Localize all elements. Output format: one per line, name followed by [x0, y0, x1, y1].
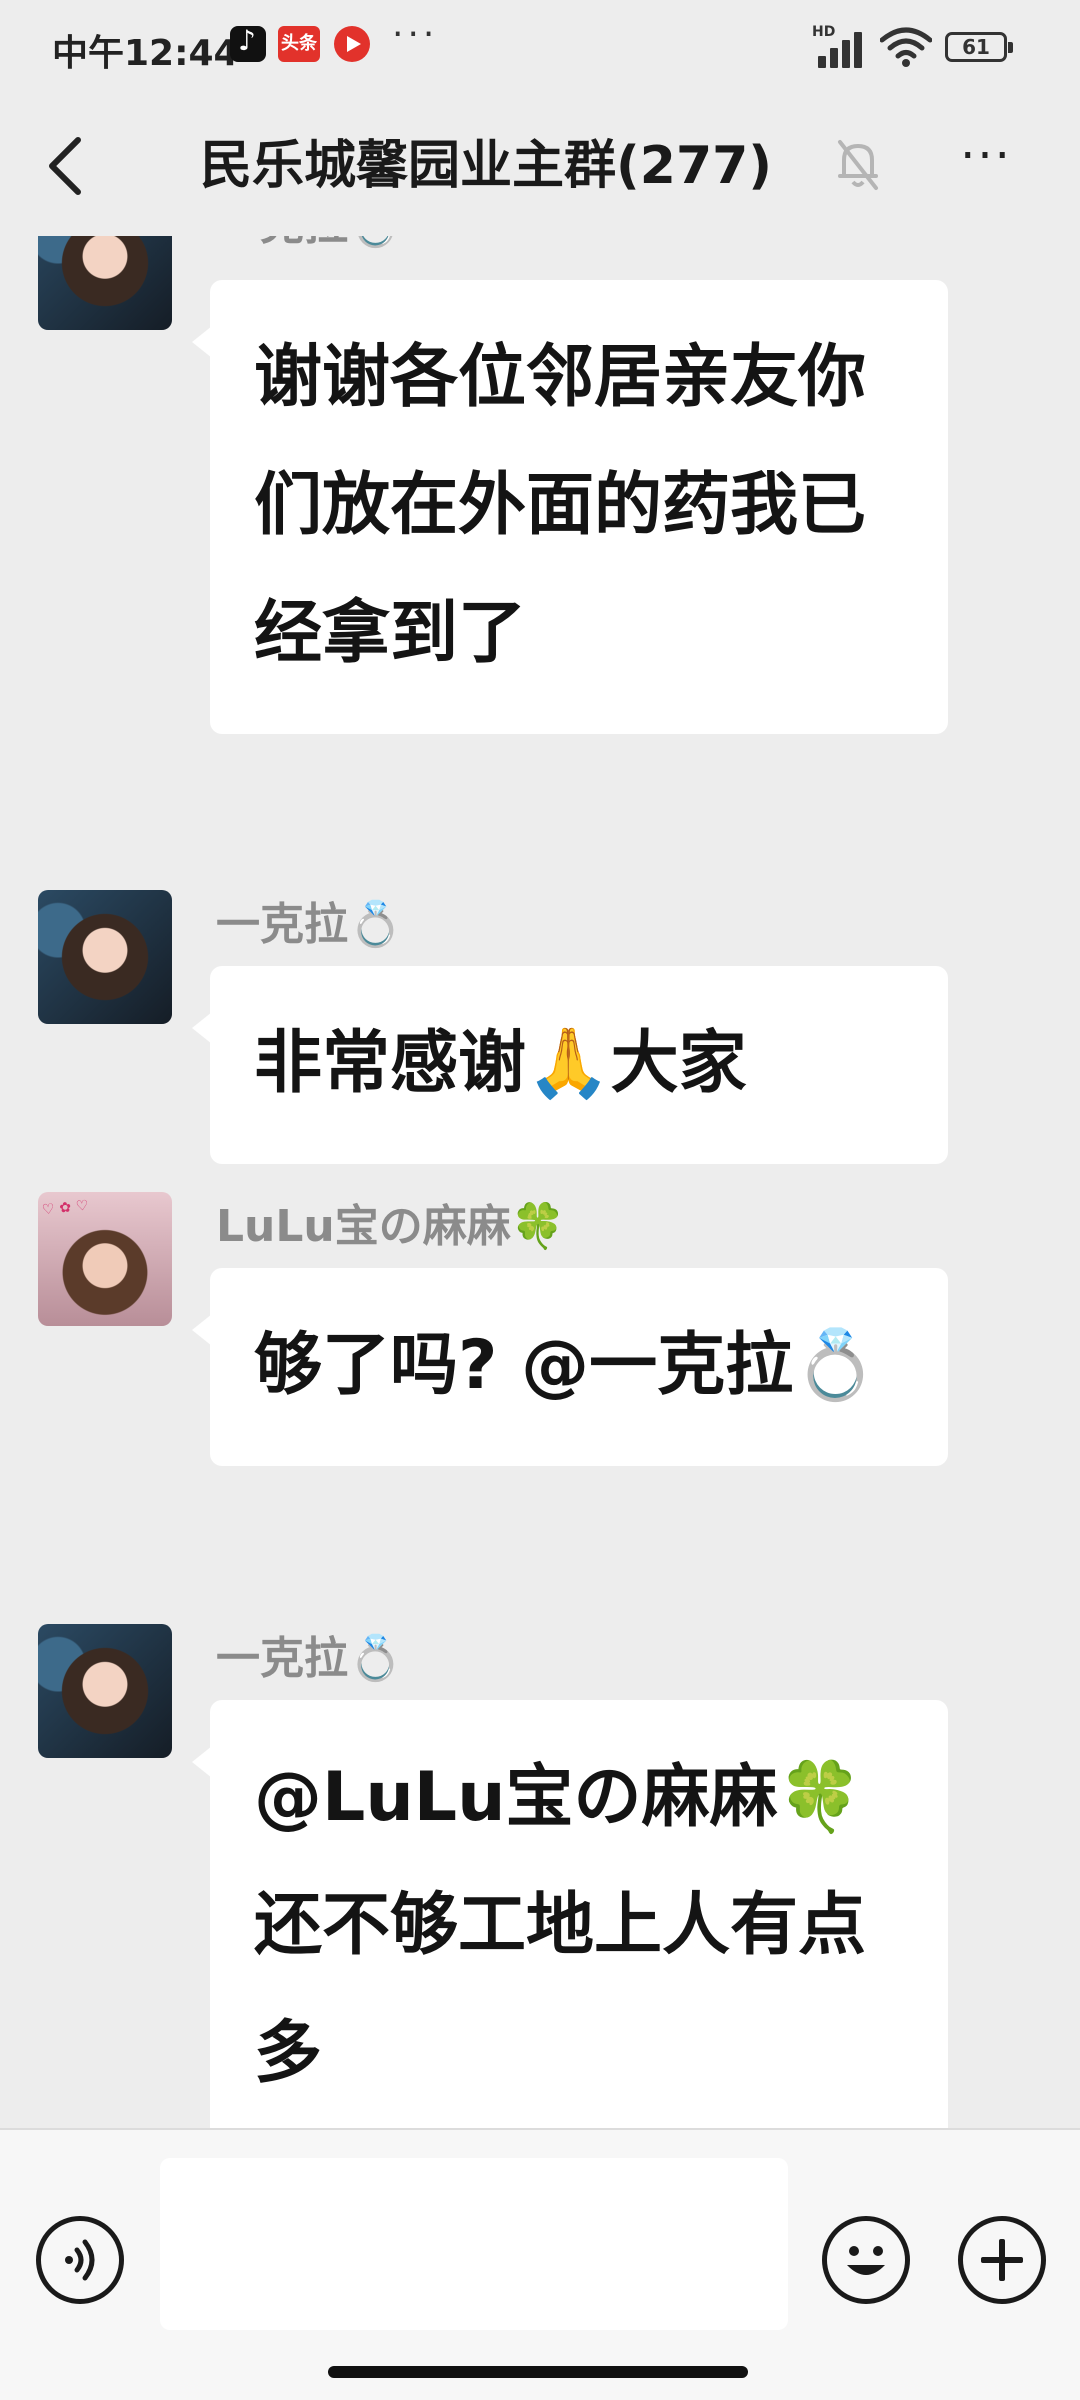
sender-name: LuLu宝の麻麻🍀: [216, 1201, 566, 1252]
more-notifications-icon: ···: [392, 14, 439, 55]
voice-input-icon[interactable]: [36, 2216, 124, 2304]
status-bar: 中午12:44 头条 ··· HD 61: [0, 0, 1080, 96]
message-input[interactable]: [160, 2158, 788, 2330]
battery-level: 61: [962, 35, 990, 59]
wifi-icon: [880, 27, 932, 67]
toutiao-icon: 头条: [278, 26, 320, 62]
avatar[interactable]: [38, 890, 172, 1024]
sender-name: 一克拉💍: [216, 899, 403, 950]
message-bubble[interactable]: 非常感谢🙏大家: [192, 966, 948, 1164]
avatar-decoration-icon: ♡ ✿ ♡: [41, 1197, 90, 1219]
tiktok-icon: [230, 24, 266, 62]
status-time: 中午12:44: [52, 33, 239, 74]
cellular-signal-icon: HD: [812, 24, 882, 68]
network-hd-label: HD: [812, 24, 836, 40]
battery-icon: 61: [945, 32, 1013, 62]
more-options-button[interactable]: ···: [950, 132, 1022, 192]
mute-bell-icon: [838, 140, 878, 190]
message-bubble[interactable]: 谢谢各位邻居亲友你们放在外面的药我已经拿到了: [192, 280, 948, 734]
sender-name: 一克拉💍: [216, 1633, 403, 1684]
avatar[interactable]: ♡ ✿ ♡: [38, 1192, 172, 1326]
avatar[interactable]: [38, 1624, 172, 1758]
chat-title: 民乐城馨园业主群(277): [200, 136, 773, 196]
chat-message-list[interactable]: 一克拉💍 谢谢各位邻居亲友你们放在外面的药我已经拿到了 一克拉💍 非常感谢🙏大家…: [0, 236, 1080, 2128]
message-bubble[interactable]: 够了吗? @一克拉💍: [192, 1268, 948, 1466]
video-app-icon: [334, 26, 370, 62]
chat-header: 民乐城馨园业主群(277) ···: [0, 96, 1080, 236]
sender-name: 一克拉💍: [216, 236, 403, 252]
home-indicator[interactable]: [328, 2366, 748, 2378]
emoji-icon[interactable]: [822, 2216, 910, 2304]
input-bar: [0, 2128, 1080, 2400]
avatar[interactable]: [38, 236, 172, 330]
add-attachment-button[interactable]: [958, 2216, 1046, 2304]
back-arrow-icon[interactable]: [36, 126, 96, 206]
message-bubble[interactable]: @LuLu宝の麻麻🍀 还不够工地上人有点多: [192, 1700, 948, 2128]
